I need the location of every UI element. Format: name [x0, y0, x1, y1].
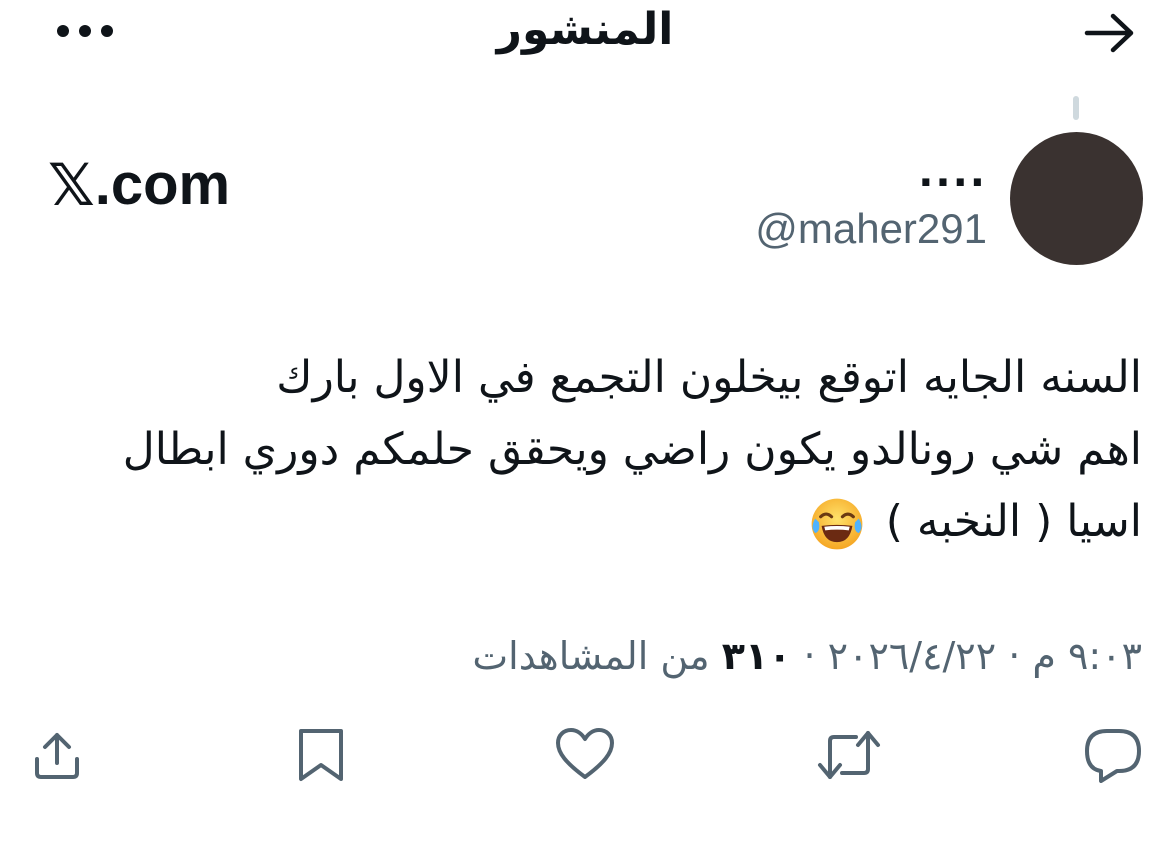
post-datetime[interactable]: ٩:٠٣ م · ٢٠٢٦/٤/٢٢	[828, 634, 1142, 678]
views-count: ٣١٠	[721, 634, 792, 678]
bookmark-button[interactable]	[286, 720, 356, 790]
views-label: من المشاهدات	[472, 634, 710, 678]
retweet-button[interactable]	[814, 720, 884, 790]
brand-text: .com	[94, 152, 231, 217]
share-button[interactable]	[22, 720, 92, 790]
post-line: السنه الجايه اتوقع بيخلون التجمع في الاو…	[276, 352, 1142, 403]
more-options-button[interactable]	[50, 14, 120, 48]
share-icon	[35, 733, 79, 779]
post-line: اسيا ( النخبه )	[885, 496, 1142, 547]
reply-icon	[1085, 729, 1141, 783]
back-button[interactable]	[1078, 8, 1142, 58]
heart-icon	[556, 728, 614, 779]
author-handle[interactable]: @maher291	[640, 203, 987, 255]
reply-button[interactable]	[1078, 720, 1148, 790]
x-logo-icon: 𝕏	[48, 151, 95, 219]
post-line-with-emoji: اسيا ( النخبه )	[60, 486, 1142, 558]
tears-of-joy-emoji	[811, 498, 863, 550]
like-button[interactable]	[550, 720, 620, 790]
retweet-icon	[818, 731, 880, 779]
x-com-brand: 𝕏 .com	[48, 150, 288, 220]
post-line: اهم شي رونالدو يكون راضي ويحقق حلمكم دور…	[122, 424, 1142, 475]
page-title: المنشور	[496, 4, 674, 55]
post-meta: ٩:٠٣ م · ٢٠٢٦/٤/٢٢ · ٣١٠ من المشاهدات	[300, 626, 1142, 686]
author-display-name[interactable]: ....	[700, 148, 987, 198]
meta-separator: ·	[803, 634, 816, 678]
avatar[interactable]	[1010, 132, 1143, 265]
thread-connector-line	[1073, 96, 1079, 120]
bookmark-icon	[299, 729, 343, 781]
arrow-right-icon	[1084, 13, 1134, 53]
more-dots-icon	[57, 25, 113, 37]
post-text: السنه الجايه اتوقع بيخلون التجمع في الاو…	[60, 342, 1142, 558]
